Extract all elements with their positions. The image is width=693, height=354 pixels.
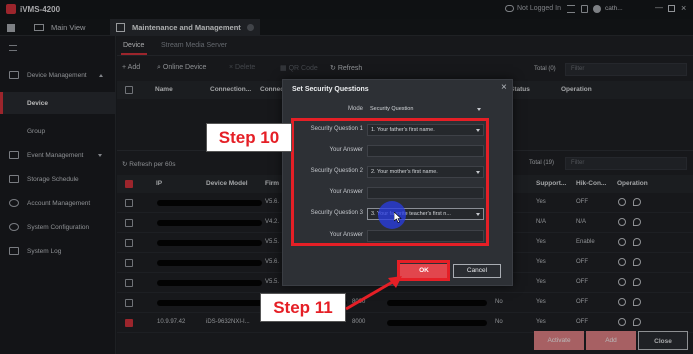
- cancel-button[interactable]: Cancel: [453, 264, 501, 278]
- dialog-close-icon[interactable]: ×: [501, 82, 507, 93]
- chevron-down-icon: [477, 108, 481, 111]
- mode-select[interactable]: Security Question: [367, 104, 484, 115]
- mode-label: Mode: [347, 106, 363, 112]
- step11-highlight-box: [397, 260, 450, 281]
- step10-label: Step 10: [206, 123, 292, 152]
- step10-highlight-box: [291, 118, 489, 246]
- step11-arrow-icon: [345, 276, 402, 311]
- dialog-title: Set Security Questions: [292, 86, 369, 93]
- step11-label: Step 11: [260, 293, 346, 322]
- mode-value: Security Question: [370, 106, 414, 112]
